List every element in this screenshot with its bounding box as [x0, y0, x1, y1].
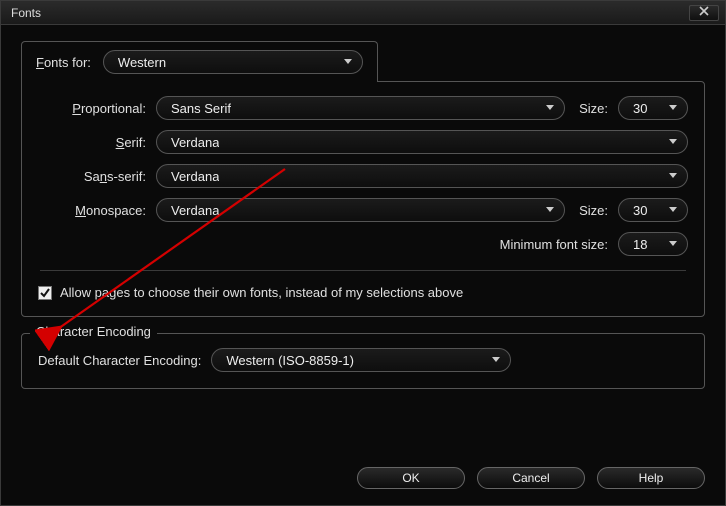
- proportional-size-select[interactable]: 30: [618, 96, 688, 120]
- proportional-label: Proportional:: [38, 101, 146, 116]
- dialog-body: Fonts for: Western Proportional: Sans Se…: [1, 25, 725, 505]
- chevron-down-icon: [344, 59, 352, 65]
- encoding-legend: Character Encoding: [30, 324, 157, 339]
- monospace-size-label: Size:: [579, 203, 608, 218]
- fonts-group: Proportional: Sans Serif Size: 30 Serif:…: [21, 81, 705, 317]
- monospace-select[interactable]: Verdana: [156, 198, 565, 222]
- help-button[interactable]: Help: [597, 467, 705, 489]
- sans-serif-select[interactable]: Verdana: [156, 164, 688, 188]
- chevron-down-icon: [669, 241, 677, 247]
- fonts-dialog: Fonts Fonts for: Western Proportional: S…: [0, 0, 726, 506]
- serif-select[interactable]: Verdana: [156, 130, 688, 154]
- close-icon: [698, 5, 710, 20]
- fonts-for-label: Fonts for:: [36, 55, 91, 70]
- ok-button[interactable]: OK: [357, 467, 465, 489]
- proportional-size-label: Size:: [579, 101, 608, 116]
- min-font-size-label: Minimum font size:: [500, 237, 608, 252]
- button-row: OK Cancel Help: [21, 455, 705, 489]
- chevron-down-icon: [669, 173, 677, 179]
- chevron-down-icon: [669, 207, 677, 213]
- proportional-select[interactable]: Sans Serif: [156, 96, 565, 120]
- min-font-size-select[interactable]: 18: [618, 232, 688, 256]
- serif-label: Serif:: [38, 135, 146, 150]
- monospace-label: Monospace:: [38, 203, 146, 218]
- titlebar: Fonts: [1, 1, 725, 25]
- fonts-for-select[interactable]: Western: [103, 50, 363, 74]
- encoding-group: Character Encoding Default Character Enc…: [21, 333, 705, 389]
- window-title: Fonts: [11, 6, 41, 20]
- fonts-for-group-header: Fonts for: Western: [21, 41, 378, 82]
- chevron-down-icon: [669, 105, 677, 111]
- chevron-down-icon: [546, 207, 554, 213]
- default-encoding-select[interactable]: Western (ISO-8859-1): [211, 348, 511, 372]
- allow-pages-label: Allow pages to choose their own fonts, i…: [60, 285, 463, 300]
- chevron-down-icon: [546, 105, 554, 111]
- sans-serif-label: Sans-serif:: [38, 169, 146, 184]
- close-button[interactable]: [689, 5, 719, 21]
- chevron-down-icon: [669, 139, 677, 145]
- allow-pages-checkbox[interactable]: [38, 286, 52, 300]
- default-encoding-label: Default Character Encoding:: [38, 353, 201, 368]
- cancel-button[interactable]: Cancel: [477, 467, 585, 489]
- separator: [40, 270, 686, 271]
- chevron-down-icon: [492, 357, 500, 363]
- monospace-size-select[interactable]: 30: [618, 198, 688, 222]
